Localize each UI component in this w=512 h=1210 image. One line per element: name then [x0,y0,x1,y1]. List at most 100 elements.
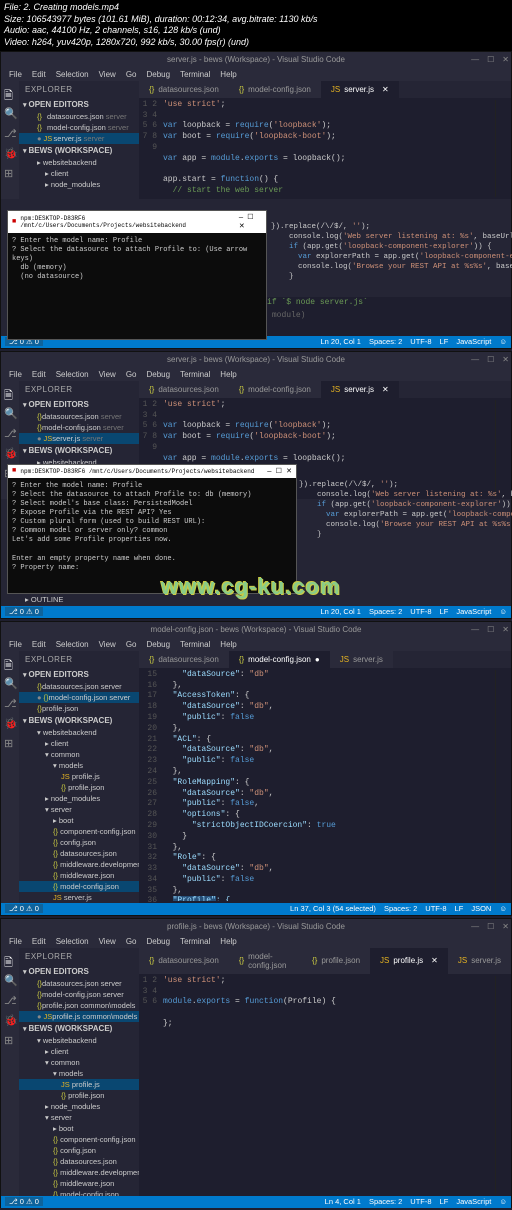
code-content[interactable]: "dataSource": "db" }, "AccessToken": { "… [163,670,495,901]
search-icon[interactable]: 🔍 [4,107,16,119]
open-editor-item[interactable]: {}profile.json common\models [19,1000,139,1011]
explorer-icon[interactable]: 🗎 [4,657,16,669]
tree-file[interactable]: JS profile.js [19,771,139,782]
menu-help[interactable]: Help [220,640,236,649]
open-editor-item[interactable]: {}model-config.json server [19,122,139,133]
menu-help[interactable]: Help [220,937,236,946]
tree-file[interactable]: {} middleware.development.json [19,1167,139,1178]
tree-folder[interactable]: ▾ common [19,1057,139,1068]
cursor-position[interactable]: Ln 20, Col 1 [320,337,360,346]
maximize-icon[interactable]: ☐ [487,55,494,64]
debug-icon[interactable]: 🐞 [4,147,16,159]
menu-terminal[interactable]: Terminal [180,640,210,649]
workspace-section[interactable]: BEWS (WORKSPACE) [19,444,139,457]
git-icon[interactable]: ⎇ [4,994,16,1006]
tab-server-js[interactable]: JSserver.js [330,651,393,668]
menu-help[interactable]: Help [220,370,236,379]
menu-edit[interactable]: Edit [32,640,46,649]
search-icon[interactable]: 🔍 [4,677,16,689]
open-editor-item[interactable]: ●JSserver.js server [19,133,139,144]
indent-info[interactable]: Spaces: 2 [369,337,402,346]
explorer-icon[interactable]: 🗎 [4,954,16,966]
menu-edit[interactable]: Edit [32,937,46,946]
tab-datasources[interactable]: {}datasources.json [139,651,229,668]
menu-terminal[interactable]: Terminal [180,937,210,946]
maximize-icon[interactable]: ☐ [487,625,494,634]
close-icon[interactable]: ✕ [502,55,509,64]
workspace-section[interactable]: BEWS (WORKSPACE) [19,144,139,157]
menu-debug[interactable]: Debug [146,937,170,946]
tree-file[interactable]: {} datasources.json [19,1156,139,1167]
git-icon[interactable]: ⎇ [4,427,16,439]
git-branch[interactable]: ⎇ 0 ⚠ 0 [5,607,43,616]
indent-info[interactable]: Spaces: 2 [369,607,402,616]
indent-info[interactable]: Spaces: 2 [384,904,417,913]
menu-go[interactable]: Go [126,370,137,379]
tree-folder[interactable]: ▸ websitebackend [19,157,139,168]
eol-info[interactable]: LF [455,904,464,913]
eol-info[interactable]: LF [440,1197,449,1206]
minimize-icon[interactable]: — [471,922,479,931]
close-icon[interactable]: ✕ [502,922,509,931]
tab-profile-json[interactable]: {}profile.json [302,948,370,974]
tab-model-config[interactable]: {}model-config.json [229,81,321,98]
menu-edit[interactable]: Edit [32,370,46,379]
tree-file[interactable]: {} component-config.json [19,826,139,837]
extensions-icon[interactable]: ⊞ [4,1034,16,1046]
terminal-body[interactable]: ? Enter the model name: Profile ? Select… [8,478,296,588]
terminal-close-icon[interactable]: — ☐ ✕ [267,467,292,476]
menu-view[interactable]: View [99,370,116,379]
tab-model-config[interactable]: {}model-config.json [229,948,302,974]
tab-server-js[interactable]: JSserver.js✕ [321,81,399,98]
terminal-body[interactable]: ? Enter the model name: Profile ? Select… [8,233,266,343]
menu-view[interactable]: View [99,70,116,79]
debug-icon[interactable]: 🐞 [4,447,16,459]
tree-folder[interactable]: ▾ server [19,804,139,815]
menu-selection[interactable]: Selection [56,640,89,649]
code-editor[interactable]: 1 2 3 4 5 6 7 8 9 'use strict'; var loop… [139,98,511,199]
indent-info[interactable]: Spaces: 2 [369,1197,402,1206]
encoding-info[interactable]: UTF-8 [425,904,446,913]
code-content[interactable]: 'use strict'; var loopback = require('lo… [163,100,495,197]
feedback-icon[interactable]: ☺ [499,607,507,616]
extensions-icon[interactable]: ⊞ [4,737,16,749]
tab-model-config[interactable]: {}model-config.json ● [229,651,330,668]
feedback-icon[interactable]: ☺ [499,337,507,346]
menu-go[interactable]: Go [126,70,137,79]
language-mode[interactable]: JavaScript [456,607,491,616]
menu-file[interactable]: File [9,70,22,79]
tab-server-js[interactable]: JSserver.js✕ [321,381,399,398]
minimize-icon[interactable]: — [471,625,479,634]
git-icon[interactable]: ⎇ [4,127,16,139]
open-editor-item[interactable]: {}datasources.json server [19,978,139,989]
menu-debug[interactable]: Debug [146,70,170,79]
tab-datasources[interactable]: {}datasources.json [139,948,229,974]
open-editor-item[interactable]: {}profile.json [19,703,139,714]
tree-folder[interactable]: ▸ client [19,168,139,179]
cursor-position[interactable]: Ln 37, Col 3 (54 selected) [290,904,376,913]
search-icon[interactable]: 🔍 [4,407,16,419]
maximize-icon[interactable]: ☐ [487,355,494,364]
tab-model-config[interactable]: {}model-config.json [229,381,321,398]
language-mode[interactable]: JavaScript [456,337,491,346]
tree-file[interactable]: {} config.json [19,1145,139,1156]
menu-debug[interactable]: Debug [146,640,170,649]
minimap[interactable] [495,670,511,901]
open-editors-section[interactable]: OPEN EDITORS [19,98,139,111]
eol-info[interactable]: LF [440,337,449,346]
tree-folder[interactable]: ▾ websitebackend [19,1035,139,1046]
menu-file[interactable]: File [9,937,22,946]
tree-folder[interactable]: ▾ models [19,760,139,771]
search-icon[interactable]: 🔍 [4,974,16,986]
menu-help[interactable]: Help [220,70,236,79]
tree-file[interactable]: JS server.js [19,892,139,903]
workspace-section[interactable]: BEWS (WORKSPACE) [19,714,139,727]
tree-folder[interactable]: ▸ node_modules [19,179,139,190]
tab-datasources[interactable]: {}datasources.json [139,381,229,398]
tree-file[interactable]: {} model-config.json [19,881,139,892]
explorer-icon[interactable]: 🗎 [4,387,16,399]
open-editors-section[interactable]: OPEN EDITORS [19,398,139,411]
terminal-window[interactable]: ■ npm:DESKTOP-D83RF6 /mnt/c/Users/Docume… [7,464,297,594]
menu-selection[interactable]: Selection [56,70,89,79]
tree-file[interactable]: {} middleware.json [19,870,139,881]
